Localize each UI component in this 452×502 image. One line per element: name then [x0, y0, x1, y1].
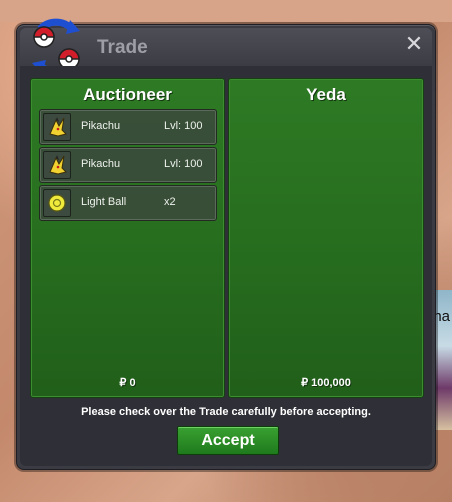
trade-item-slot[interactable]: Pikachu Lvl: 100: [39, 147, 217, 183]
item-level: Lvl: 100: [164, 120, 203, 132]
accept-button[interactable]: Accept: [177, 426, 279, 455]
trade-window: Trade ✕ Auctioneer Pikachu Lvl: 100 Pika…: [16, 18, 436, 470]
item-level: Lvl: 100: [164, 158, 203, 170]
trade-body: Auctioneer Pikachu Lvl: 100 Pikachu Lvl:…: [20, 66, 432, 466]
trade-notice: Please check over the Trade carefully be…: [81, 406, 371, 418]
light-ball-icon: [43, 189, 71, 217]
trade-item-slot[interactable]: Light Ball x2: [39, 185, 217, 221]
item-name: Pikachu: [81, 158, 121, 170]
item-name: Pikachu: [81, 120, 121, 132]
trade-title: Trade: [97, 37, 148, 58]
pikachu-icon: [43, 151, 71, 179]
auctioneer-offer-panel: Auctioneer Pikachu Lvl: 100 Pikachu Lvl:…: [30, 78, 225, 398]
auctioneer-name: Auctioneer: [83, 85, 172, 104]
yeda-money: ₽ 100,000: [301, 377, 351, 389]
item-name: Light Ball: [81, 196, 127, 208]
yeda-name: Yeda: [306, 85, 346, 104]
pikachu-icon: [43, 113, 71, 141]
item-quantity: x2: [164, 196, 176, 208]
auctioneer-money: ₽ 0: [119, 377, 136, 389]
trade-item-slot[interactable]: Pikachu Lvl: 100: [39, 109, 217, 145]
yeda-offer-panel: Yeda ₽ 100,000: [228, 78, 424, 398]
close-icon[interactable]: ✕: [404, 34, 424, 56]
